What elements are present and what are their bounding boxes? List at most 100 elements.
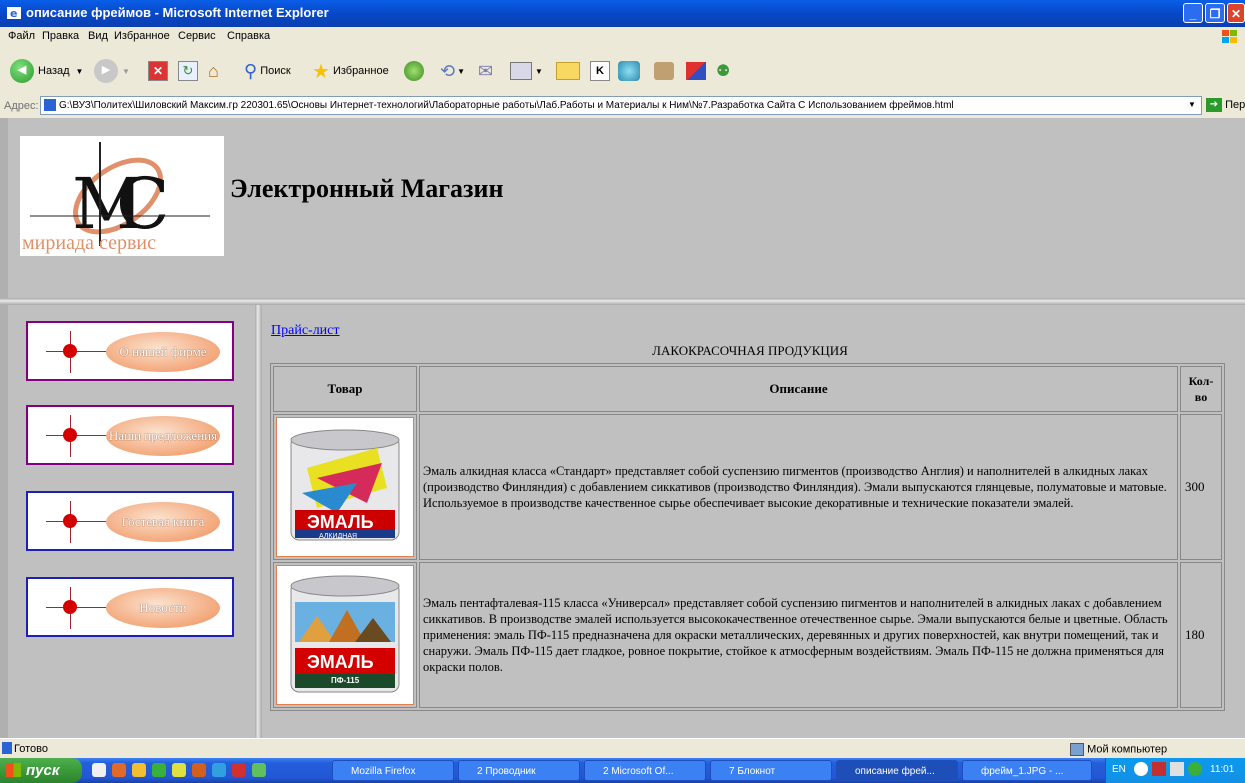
quicklaunch-icon[interactable] xyxy=(212,763,226,777)
products-table: Товар Описание Кол-во ЭМАЛЬ АЛКИДНАЯ Эма… xyxy=(270,363,1225,711)
contacts-button[interactable]: ⚉ xyxy=(716,58,730,84)
product-description: Эмаль алкидная класса «Стандарт» предста… xyxy=(419,414,1178,560)
product-qty: 300 xyxy=(1180,414,1222,560)
frame-divider-vertical[interactable] xyxy=(255,305,262,738)
people-icon: ⚉ xyxy=(716,63,731,80)
quicklaunch-icon[interactable] xyxy=(172,763,186,777)
search-button[interactable]: ⚲ Поиск xyxy=(244,58,291,84)
volume-icon[interactable] xyxy=(1170,762,1184,776)
star-icon: ★ xyxy=(312,60,330,83)
menu-help[interactable]: Справка xyxy=(227,30,270,42)
task-image[interactable]: фрейм_1.JPG - ... xyxy=(962,760,1092,781)
task-explorer[interactable]: 2 Проводник xyxy=(458,760,580,781)
nav-offers-button[interactable]: Наши предложения xyxy=(26,405,234,465)
go-label: Переход xyxy=(1225,98,1245,111)
nav-guestbook-button[interactable]: Гостевая книга xyxy=(26,491,234,551)
windows-logo-icon xyxy=(1222,30,1237,43)
forward-button[interactable]: ▶ ▼ xyxy=(94,58,130,84)
favorites-button[interactable]: ★ Избранное xyxy=(312,58,389,84)
minimize-button[interactable]: _ xyxy=(1183,3,1203,23)
search-label: Поиск xyxy=(260,65,291,77)
home-button[interactable]: ⌂ xyxy=(208,58,219,84)
frame-divider-horizontal[interactable] xyxy=(0,298,1245,305)
quicklaunch-icon[interactable] xyxy=(252,763,266,777)
product-description: Эмаль пентафталевая-115 класса «Универса… xyxy=(419,562,1178,708)
col-qty: Кол-во xyxy=(1180,366,1222,412)
back-button[interactable]: ◀ Назад ▼ xyxy=(10,58,83,84)
maximize-button[interactable]: ❐ xyxy=(1205,3,1225,23)
logo-text: мириада сервис xyxy=(22,232,157,254)
ie-icon: e xyxy=(7,7,21,20)
quicklaunch-icon[interactable] xyxy=(152,763,166,777)
media-icon xyxy=(404,61,424,81)
messenger-button[interactable] xyxy=(618,58,640,84)
svg-text:e: e xyxy=(10,7,17,20)
stop-button[interactable]: ✕ xyxy=(148,58,168,84)
forward-arrow-icon: ▶ xyxy=(94,59,118,83)
kaspersky-icon: K xyxy=(590,61,610,81)
taskbar: пуск Mozilla Firefox 2 Проводник 2 Micro… xyxy=(0,758,1245,783)
toolbar: ◀ Назад ▼ ▶ ▼ ✕ ↻ ⌂ ⚲ Поиск ★ Избранное … xyxy=(0,48,1245,96)
tray-icon[interactable] xyxy=(1152,762,1166,776)
nav-about-button[interactable]: О нашей фирме xyxy=(26,321,234,381)
status-text: Готово xyxy=(14,743,48,755)
tray-icon[interactable] xyxy=(1188,762,1202,776)
menu-favorites[interactable]: Избранное xyxy=(114,30,170,42)
menu-tools[interactable]: Сервис xyxy=(178,30,216,42)
task-ie[interactable]: описание фрей... xyxy=(836,760,958,781)
task-notepad[interactable]: 7 Блокнот xyxy=(710,760,832,781)
nav-news-button[interactable]: Новости xyxy=(26,577,234,637)
can-label: ЭМАЛЬ xyxy=(307,512,374,532)
nav-news-label: Новости xyxy=(106,588,220,628)
folder-icon xyxy=(556,62,580,80)
research-button[interactable] xyxy=(654,58,674,84)
close-button[interactable]: ✕ xyxy=(1227,3,1245,23)
red-dot-icon xyxy=(63,514,77,528)
print-icon xyxy=(510,62,532,80)
kaspersky-button[interactable]: K xyxy=(590,58,610,84)
menu-view[interactable]: Вид xyxy=(88,30,108,42)
language-indicator[interactable]: EN xyxy=(1112,764,1126,775)
translate-button[interactable] xyxy=(686,58,706,84)
tray-icon[interactable] xyxy=(1134,762,1148,776)
go-button[interactable]: ➔ Переход xyxy=(1206,98,1245,112)
home-icon: ⌂ xyxy=(208,60,219,81)
mail-icon: ✉ xyxy=(478,60,494,81)
address-input[interactable]: G:\ВУЗ\Политех\Шиловский Максим.гр 22030… xyxy=(40,96,1202,115)
menu-file[interactable]: Файл xyxy=(8,30,35,42)
mail-button[interactable]: ✉ xyxy=(478,58,493,84)
nav-guestbook-label: Гостевая книга xyxy=(106,502,220,542)
history-button[interactable]: ⟲ ▼ xyxy=(440,58,465,84)
quicklaunch-icon[interactable] xyxy=(112,763,126,777)
price-list-link[interactable]: Прайс-лист xyxy=(271,323,340,339)
quicklaunch-icon[interactable] xyxy=(232,763,246,777)
col-product: Товар xyxy=(273,366,417,412)
quicklaunch-icon[interactable] xyxy=(192,763,206,777)
window-titlebar[interactable]: e описание фреймов - Microsoft Internet … xyxy=(0,0,1245,27)
quicklaunch-icon[interactable] xyxy=(132,763,146,777)
left-frame-edge xyxy=(0,118,8,738)
folder-button[interactable] xyxy=(556,58,580,84)
product-image: ЭМАЛЬ ПФ-115 xyxy=(276,565,414,705)
start-button[interactable]: пуск xyxy=(0,758,82,783)
table-header-row: Товар Описание Кол-во xyxy=(273,366,1222,412)
refresh-button[interactable]: ↻ xyxy=(178,58,198,84)
task-firefox[interactable]: Mozilla Firefox xyxy=(332,760,454,781)
quicklaunch-icon[interactable] xyxy=(92,763,106,777)
computer-icon xyxy=(1070,743,1084,756)
red-dot-icon xyxy=(63,344,77,358)
task-office[interactable]: 2 Microsoft Of... xyxy=(584,760,706,781)
status-bar: Готово Мой компьютер xyxy=(0,738,1245,759)
flag-icon xyxy=(686,62,706,80)
start-label: пуск xyxy=(26,762,60,779)
table-row: ЭМАЛЬ АЛКИДНАЯ Эмаль алкидная класса «Ст… xyxy=(273,414,1222,560)
print-button[interactable]: ▼ xyxy=(510,58,543,84)
red-dot-icon xyxy=(63,600,77,614)
address-dropdown-icon[interactable]: ▼ xyxy=(1188,100,1196,109)
red-dot-icon xyxy=(63,428,77,442)
stop-icon: ✕ xyxy=(148,61,168,81)
search-icon: ⚲ xyxy=(244,60,258,81)
product-image: ЭМАЛЬ АЛКИДНАЯ xyxy=(276,417,414,557)
media-button[interactable] xyxy=(404,58,424,84)
menu-edit[interactable]: Правка xyxy=(42,30,79,42)
